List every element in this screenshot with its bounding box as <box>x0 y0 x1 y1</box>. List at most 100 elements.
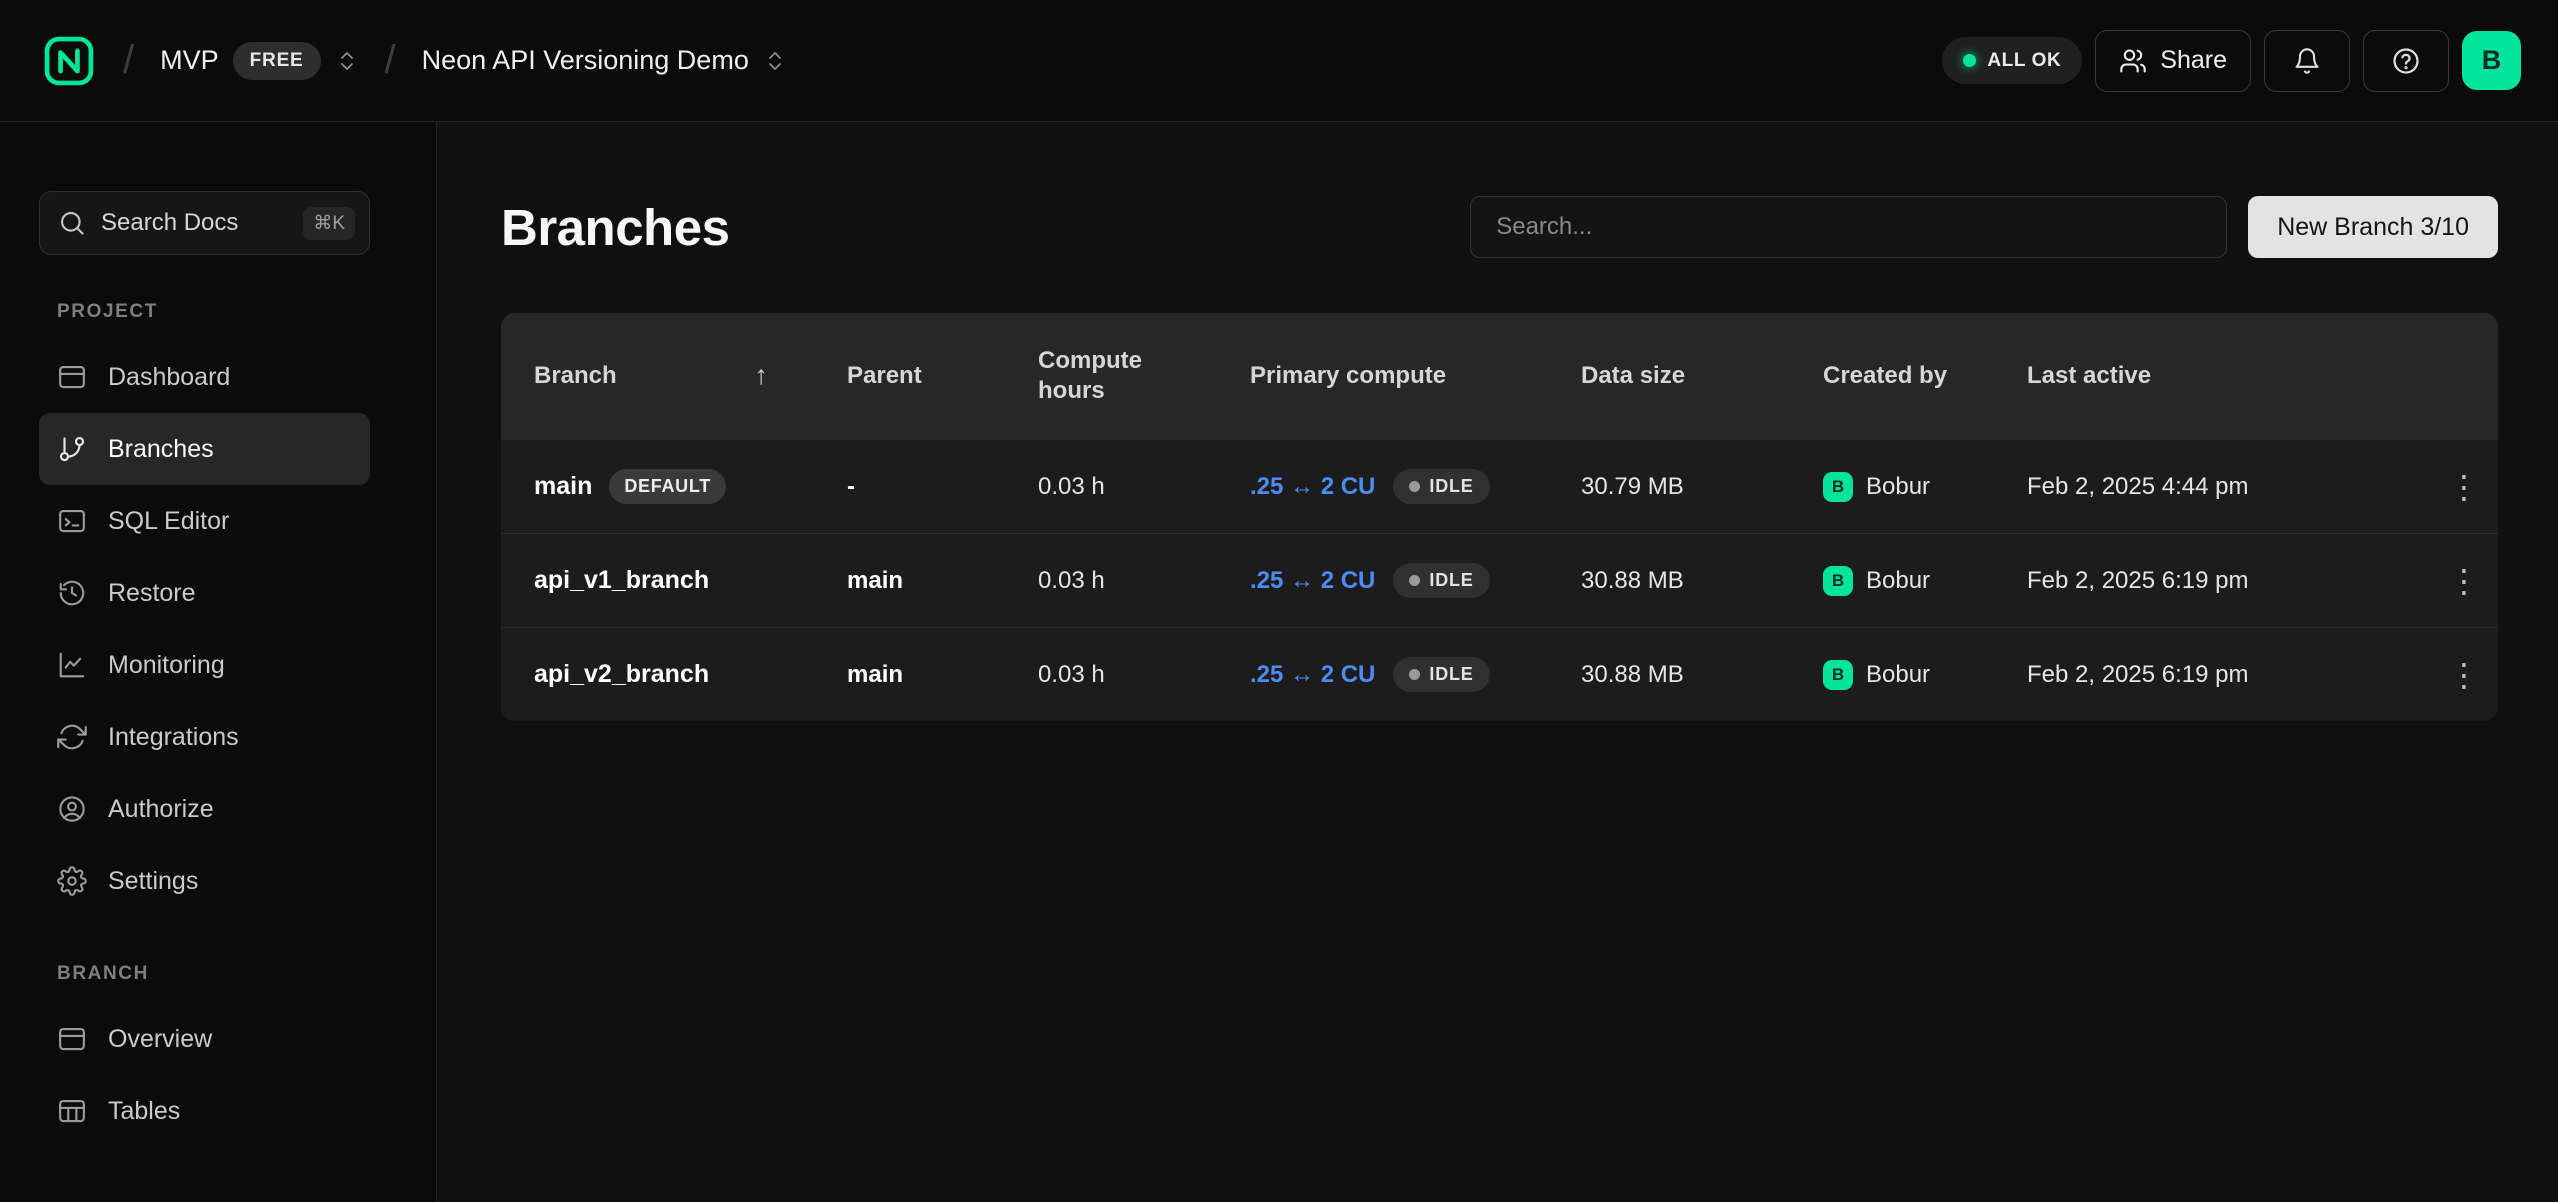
data-size-cell: 30.79 MB <box>1581 473 1823 501</box>
search-docs-button[interactable]: Search Docs ⌘K <box>39 191 370 255</box>
authorize-icon <box>57 794 87 824</box>
sql-editor-icon <box>57 506 87 536</box>
sidebar-item-monitoring[interactable]: Monitoring <box>39 629 370 701</box>
user-avatar[interactable]: B <box>2462 31 2521 90</box>
last-active-cell: Feb 2, 2025 6:19 pm <box>2027 661 2430 689</box>
status-label: ALL OK <box>1987 50 2061 72</box>
status-pill[interactable]: ALL OK <box>1942 37 2082 84</box>
page-header-actions: New Branch 3/10 <box>1470 196 2498 258</box>
sidebar-item-settings[interactable]: Settings <box>39 845 370 917</box>
sidebar-item-restore[interactable]: Restore <box>39 557 370 629</box>
compute-range[interactable]: .25 ↔ 2 CU <box>1250 567 1375 595</box>
keyboard-shortcut-badge: ⌘K <box>303 207 355 240</box>
sidebar-item-sql-editor[interactable]: SQL Editor <box>39 485 370 557</box>
column-header-primary-compute: Primary compute <box>1250 361 1581 391</box>
chevron-updown-icon <box>763 49 787 73</box>
sidebar-item-label: Branches <box>108 435 214 464</box>
settings-icon <box>57 866 87 896</box>
row-menu-button[interactable]: ⋮ <box>2434 561 2494 601</box>
monitoring-icon <box>57 650 87 680</box>
compute-state-badge: IDLE <box>1393 563 1489 598</box>
idle-dot-icon <box>1409 669 1420 680</box>
last-active-cell: Feb 2, 2025 4:44 pm <box>2027 473 2430 501</box>
section-label-project: PROJECT <box>57 301 436 323</box>
branch-nav: Overview Tables <box>39 1003 436 1147</box>
column-header-compute-hours: Compute hours <box>1038 346 1188 406</box>
help-button[interactable] <box>2363 30 2449 92</box>
compute-state-label: IDLE <box>1429 664 1473 685</box>
table-header-row: Branch ↑ Parent Compute hours Primary co… <box>501 313 2498 439</box>
table-row[interactable]: main DEFAULT - 0.03 h .25 ↔ 2 CU IDLE 30… <box>501 439 2498 533</box>
compute-hours-cell: 0.03 h <box>1038 473 1250 501</box>
org-name: MVP <box>160 45 219 76</box>
row-menu-button[interactable]: ⋮ <box>2434 655 2494 695</box>
created-by-cell: B Bobur <box>1823 660 2027 690</box>
project-nav: Dashboard Branches SQL Editor Restore <box>39 341 436 917</box>
compute-range[interactable]: .25 ↔ 2 CU <box>1250 473 1375 501</box>
bell-icon <box>2293 47 2321 75</box>
new-branch-button[interactable]: New Branch 3/10 <box>2248 196 2498 258</box>
branch-search-input[interactable] <box>1470 196 2227 258</box>
default-badge: DEFAULT <box>609 469 726 504</box>
sidebar-item-label: SQL Editor <box>108 507 229 536</box>
table-row[interactable]: api_v2_branch main 0.03 h .25 ↔ 2 CU IDL… <box>501 627 2498 721</box>
neon-logo[interactable] <box>41 33 97 89</box>
breadcrumb-project[interactable]: Neon API Versioning Demo <box>422 45 787 76</box>
column-header-parent: Parent <box>847 361 1038 391</box>
branch-cell: main DEFAULT <box>501 469 847 504</box>
compute-state-label: IDLE <box>1429 476 1473 497</box>
sidebar-item-branches[interactable]: Branches <box>39 413 370 485</box>
overview-icon <box>57 1024 87 1054</box>
branch-name: api_v2_branch <box>534 660 709 689</box>
column-header-data-size: Data size <box>1581 361 1823 391</box>
sidebar-item-authorize[interactable]: Authorize <box>39 773 370 845</box>
column-header-label: Branch <box>534 361 617 391</box>
help-icon <box>2391 46 2421 76</box>
creator-avatar: B <box>1823 566 1853 596</box>
topbar: / MVP FREE / Neon API Versioning Demo AL… <box>0 0 2558 122</box>
dashboard-icon <box>57 362 87 392</box>
data-size-cell: 30.88 MB <box>1581 661 1823 689</box>
column-header-last-active: Last active <box>2027 361 2430 391</box>
sidebar-item-label: Dashboard <box>108 363 230 392</box>
sort-asc-icon: ↑ <box>755 359 769 393</box>
column-header-branch[interactable]: Branch ↑ <box>501 359 847 393</box>
creator-name: Bobur <box>1866 567 1930 595</box>
data-size-cell: 30.88 MB <box>1581 567 1823 595</box>
row-menu-button[interactable]: ⋮ <box>2434 467 2494 507</box>
creator-name: Bobur <box>1866 661 1930 689</box>
sidebar-item-tables[interactable]: Tables <box>39 1075 370 1147</box>
kebab-icon: ⋮ <box>2448 563 2480 599</box>
share-button[interactable]: Share <box>2095 30 2251 92</box>
breadcrumb-org[interactable]: MVP FREE <box>160 42 358 80</box>
idle-dot-icon <box>1409 481 1420 492</box>
created-by-cell: B Bobur <box>1823 566 2027 596</box>
creator-name: Bobur <box>1866 473 1930 501</box>
sidebar-item-label: Tables <box>108 1097 180 1126</box>
sidebar-item-label: Settings <box>108 867 198 896</box>
share-label: Share <box>2160 46 2227 75</box>
tables-icon <box>57 1096 87 1126</box>
row-actions-cell: ⋮ <box>2430 561 2498 601</box>
sidebar-item-integrations[interactable]: Integrations <box>39 701 370 773</box>
idle-dot-icon <box>1409 575 1420 586</box>
breadcrumb-divider: / <box>123 38 134 83</box>
compute-range[interactable]: .25 ↔ 2 CU <box>1250 661 1375 689</box>
project-name: Neon API Versioning Demo <box>422 45 749 76</box>
column-header-created-by: Created by <box>1823 361 1973 391</box>
branch-cell: api_v1_branch <box>501 566 847 595</box>
search-docs-label: Search Docs <box>101 209 238 237</box>
sidebar-item-dashboard[interactable]: Dashboard <box>39 341 370 413</box>
breadcrumb-divider: / <box>385 38 396 83</box>
branch-name: main <box>534 472 592 501</box>
integrations-icon <box>57 722 87 752</box>
branches-icon <box>57 434 87 464</box>
plan-badge: FREE <box>233 42 321 80</box>
compute-hours-cell: 0.03 h <box>1038 661 1250 689</box>
creator-avatar: B <box>1823 472 1853 502</box>
users-icon <box>2119 47 2147 75</box>
sidebar-item-overview[interactable]: Overview <box>39 1003 370 1075</box>
table-row[interactable]: api_v1_branch main 0.03 h .25 ↔ 2 CU IDL… <box>501 533 2498 627</box>
notifications-button[interactable] <box>2264 30 2350 92</box>
creator-avatar: B <box>1823 660 1853 690</box>
